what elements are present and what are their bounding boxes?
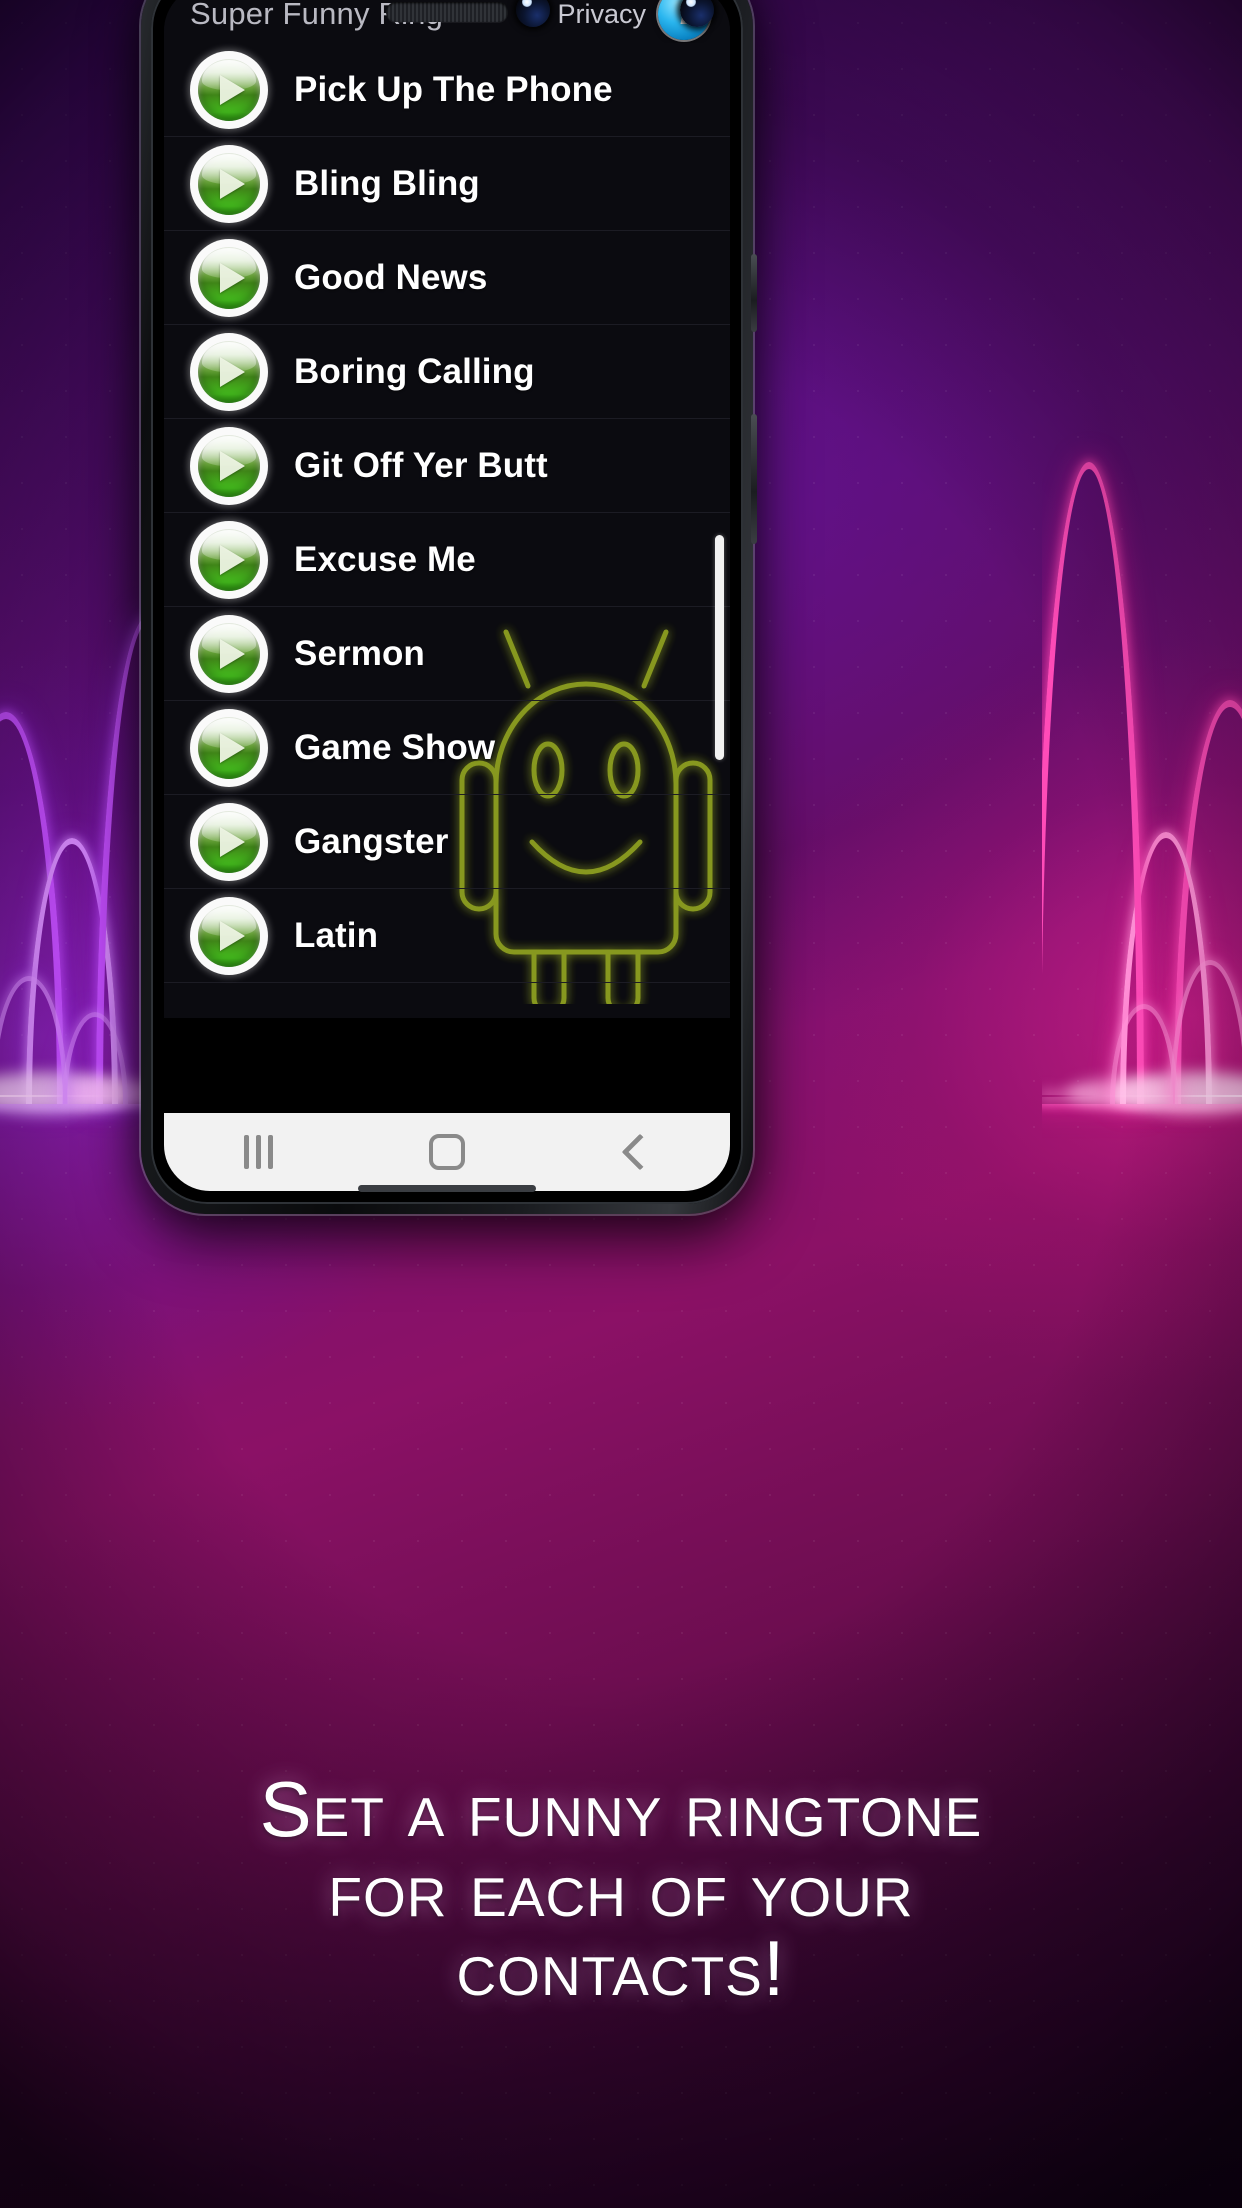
list-item[interactable]: Gangster (164, 795, 730, 889)
ringtone-name: Good News (294, 257, 488, 297)
ringtone-name: Sermon (294, 633, 425, 673)
nav-home-button[interactable] (372, 1113, 522, 1191)
phone-screen: Super Funny Ring Privacy i (164, 0, 730, 1191)
play-icon[interactable] (190, 144, 268, 223)
nav-recents-button[interactable] (183, 1113, 333, 1191)
ringtone-app: Super Funny Ring Privacy i (164, 0, 730, 1191)
ringtone-name: Gangster (294, 821, 449, 861)
list-item[interactable]: Pick Up The Phone (164, 43, 730, 137)
list-item[interactable]: Good News (164, 231, 730, 325)
promo-line-1: Set a funny ringtone (259, 1765, 983, 1853)
ringtone-list[interactable]: Pick Up The Phone Bling Bling Good News (164, 43, 730, 1018)
ringtone-name: Git Off Yer Butt (294, 445, 548, 485)
promo-headline: Set a funny ringtone for each of your co… (0, 1765, 1242, 2013)
list-item[interactable]: Bling Bling (164, 137, 730, 231)
play-icon[interactable] (190, 238, 268, 317)
front-camera-icon (516, 0, 550, 27)
play-icon[interactable] (190, 614, 268, 693)
earpiece-speaker (386, 2, 508, 22)
nav-back-button[interactable] (561, 1113, 711, 1191)
home-indicator-bar (358, 1185, 536, 1192)
list-item[interactable]: Excuse Me (164, 513, 730, 607)
privacy-link[interactable]: Privacy (557, 0, 646, 30)
list-item[interactable]: Sermon (164, 607, 730, 701)
play-icon[interactable] (190, 708, 268, 787)
list-item[interactable]: Latin (164, 889, 730, 983)
android-navigation-bar (164, 1113, 730, 1191)
list-item[interactable]: Boring Calling (164, 325, 730, 419)
phone-side-button-power (751, 414, 757, 544)
recents-icon (243, 1135, 273, 1169)
app-header: Super Funny Ring Privacy i (164, 0, 730, 43)
play-icon[interactable] (190, 50, 268, 129)
ringtone-name: Game Show (294, 727, 496, 767)
list-item[interactable]: Game Show (164, 701, 730, 795)
play-icon[interactable] (190, 520, 268, 599)
ringtone-name: Bling Bling (294, 163, 480, 203)
ringtone-name: Latin (294, 915, 379, 955)
scrollbar[interactable] (715, 535, 724, 760)
play-icon[interactable] (190, 896, 268, 975)
promo-line-2: for each of your (328, 1844, 914, 1933)
promo-line-3: contacts! (456, 1924, 786, 2013)
ringtone-name: Boring Calling (294, 351, 535, 391)
ringtone-name: Pick Up The Phone (294, 69, 613, 109)
home-icon (428, 1134, 465, 1170)
play-icon[interactable] (190, 426, 268, 505)
phone-bezel: Super Funny Ring Privacy i (151, 0, 743, 1204)
list-bottom-spacer (164, 1018, 730, 1113)
phone-mockup: Super Funny Ring Privacy i (141, 0, 757, 1214)
chevron-left-icon (621, 1133, 659, 1171)
list-item[interactable]: Git Off Yer Butt (164, 419, 730, 513)
phone-side-button-volume (751, 254, 757, 332)
play-icon[interactable] (190, 802, 268, 881)
play-icon[interactable] (190, 332, 268, 411)
ringtone-name: Excuse Me (294, 539, 476, 579)
scrollbar-thumb[interactable] (715, 535, 724, 760)
